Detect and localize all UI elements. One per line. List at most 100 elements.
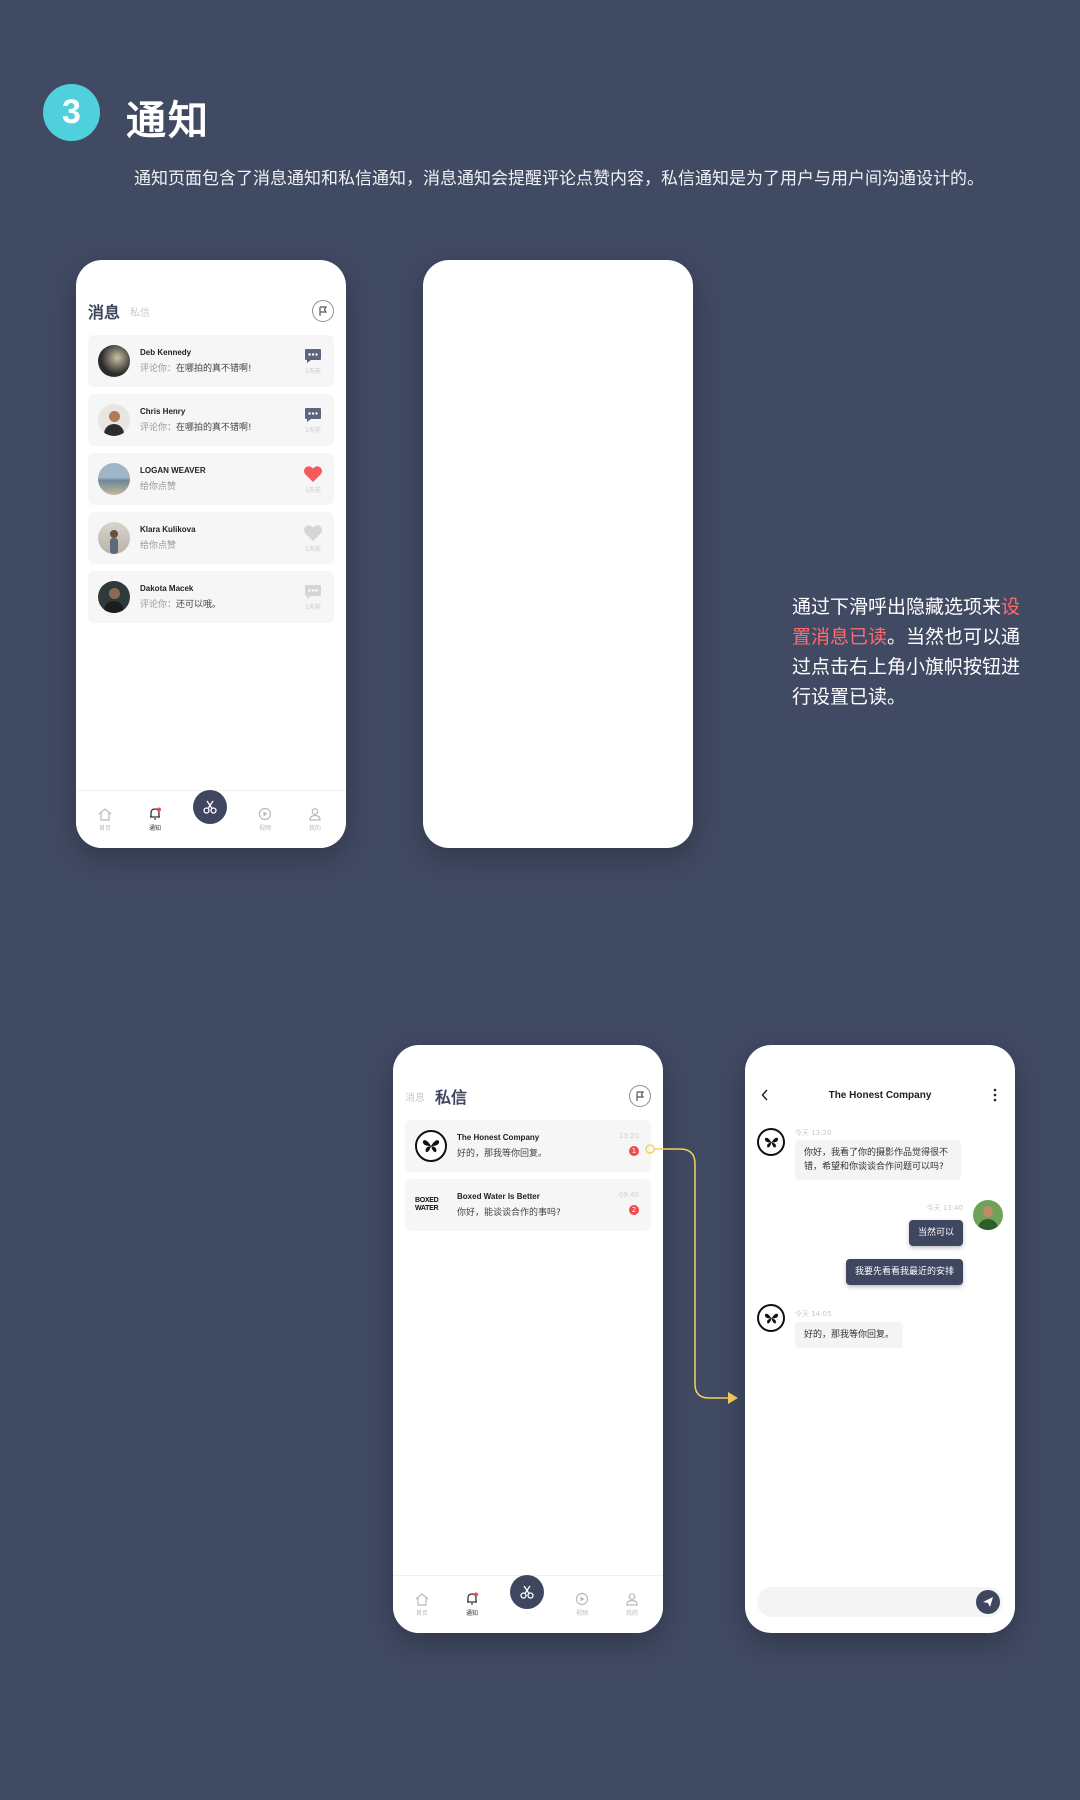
- nav-profile-label: 我的: [308, 825, 321, 832]
- dm-last-message: 好的，那我等你回复。: [457, 1149, 548, 1159]
- nav-notify-label: 通知: [148, 825, 161, 832]
- message-time: 今天 13:20: [795, 1129, 832, 1137]
- flag-icon: [636, 1090, 645, 1101]
- tab-messages[interactable]: 消息: [88, 299, 120, 323]
- notification-item[interactable]: Klara Kulikova 给你点赞 1天前: [88, 512, 334, 564]
- notification-item[interactable]: Deb Kennedy 评论你：在哪拍的真不错啊! 1天前: [88, 335, 334, 387]
- comment-icon: [305, 348, 321, 363]
- nav-profile-label: 我的: [625, 1610, 638, 1617]
- nav-notify[interactable]: 通知: [457, 1592, 487, 1617]
- bell-icon: [467, 1592, 478, 1605]
- sender-avatar: [757, 1128, 785, 1156]
- nav-video[interactable]: 视频: [250, 807, 280, 832]
- notification-user-name: Dakota Macek: [140, 584, 194, 593]
- notification-content: 在哪拍的真不错啊!: [176, 364, 252, 374]
- sender-avatar: [757, 1304, 785, 1332]
- notification-time: 1天前: [305, 545, 321, 553]
- dm-list: The Honest Company 好的，那我等你回复。 13:20 1 BO…: [405, 1120, 651, 1238]
- heart-icon: [304, 524, 322, 541]
- step-number-badge: 3: [43, 84, 100, 141]
- notification-list: Deb Kennedy 评论你：在哪拍的真不错啊! 1天前 Chris Henr…: [88, 335, 334, 630]
- unread-badge: 2: [629, 1205, 639, 1215]
- flow-arrow: [645, 1144, 738, 1404]
- dm-last-message: 你好，能谈谈合作的事吗?: [457, 1208, 561, 1218]
- home-icon: [415, 1593, 429, 1606]
- comment-icon: [305, 407, 321, 422]
- create-button[interactable]: [510, 1575, 544, 1609]
- notification-time: 1天前: [305, 367, 321, 375]
- avatar: [98, 463, 130, 495]
- dm-time: 13:20: [618, 1132, 639, 1140]
- notification-item[interactable]: Dakota Macek 评论你：还可以哦。 1天前: [88, 571, 334, 623]
- send-icon: [983, 1597, 993, 1607]
- logo-line: WATER: [415, 1205, 439, 1212]
- bottom-nav: 首页 通知 视频 我的: [393, 1575, 663, 1633]
- dm-item[interactable]: The Honest Company 好的，那我等你回复。 13:20 1: [405, 1120, 651, 1172]
- notification-tabs: 消息 私信: [88, 296, 334, 326]
- notification-content: 还可以哦。: [176, 600, 222, 610]
- nav-video-label: 视频: [258, 825, 271, 832]
- notification-item[interactable]: LOGAN WEAVER 给你点赞 1天前: [88, 453, 334, 505]
- back-arrow-icon[interactable]: [761, 1089, 769, 1101]
- notification-user-name: Klara Kulikova: [140, 525, 196, 534]
- dm-time: 09:40: [618, 1191, 639, 1199]
- nav-notify[interactable]: 通知: [140, 807, 170, 832]
- play-icon: [575, 1592, 589, 1606]
- notification-time: 1天前: [305, 426, 321, 434]
- avatar: [98, 522, 130, 554]
- incoming-message: 你好，我看了你的摄影作品觉得很不错，希望和你谈谈合作问题可以吗?: [795, 1140, 961, 1180]
- notification-type: 给你点赞: [140, 482, 177, 492]
- private-messages-phone: 消息 私信 The Honest Company 好的，那我等你回复。 13:2…: [393, 1045, 663, 1633]
- message-time: 今天 13:40: [926, 1204, 963, 1212]
- avatar: [98, 345, 130, 377]
- notification-user-name: Deb Kennedy: [140, 348, 192, 357]
- nav-notify-label: 通知: [465, 1610, 478, 1617]
- boxed-water-logo: BOXED WATER: [415, 1189, 447, 1221]
- scissors-icon: [203, 800, 217, 814]
- avatar: [98, 404, 130, 436]
- incoming-message: 好的，那我等你回复。: [795, 1322, 904, 1348]
- heart-icon: [304, 465, 322, 482]
- honest-company-logo: [415, 1130, 447, 1162]
- notifications-phone: 消息 私信 Deb Kennedy 评论你：在哪拍的真不错啊! 1天前 Chri…: [76, 260, 346, 848]
- play-icon: [258, 807, 272, 821]
- notification-type: 评论你：: [140, 364, 177, 374]
- my-avatar: [973, 1200, 1003, 1230]
- message-input[interactable]: [757, 1587, 1003, 1617]
- nav-profile[interactable]: 我的: [300, 807, 330, 832]
- notification-item[interactable]: Chris Henry 评论你：在哪拍的真不错啊! 1天前: [88, 394, 334, 446]
- nav-home[interactable]: 首页: [407, 1593, 437, 1617]
- home-icon: [98, 808, 112, 821]
- notification-type: 评论你：: [140, 600, 177, 610]
- nav-profile[interactable]: 我的: [617, 1592, 647, 1617]
- logo-line: BOXED: [415, 1197, 439, 1204]
- dm-item[interactable]: BOXED WATER Boxed Water Is Better 你好，能谈谈…: [405, 1179, 651, 1231]
- chat-header: The Honest Company: [745, 1083, 1015, 1107]
- note-text-part1: 通过下滑呼出隐藏选项来: [792, 596, 1002, 618]
- notification-type: 给你点赞: [140, 541, 177, 551]
- notification-time: 1天前: [305, 486, 321, 494]
- create-button[interactable]: [193, 790, 227, 824]
- tab-messages[interactable]: 消息: [405, 1089, 425, 1104]
- send-button[interactable]: [976, 1590, 1000, 1614]
- more-options-icon[interactable]: [993, 1088, 997, 1102]
- user-icon: [626, 1593, 638, 1606]
- mark-read-flag-button[interactable]: [629, 1085, 651, 1107]
- chat-phone: The Honest Company 今天 13:20 你好，我看了你的摄影作品…: [745, 1045, 1015, 1633]
- butterfly-icon: [422, 1140, 440, 1153]
- butterfly-icon: [764, 1137, 778, 1147]
- scissors-icon: [520, 1585, 534, 1599]
- dm-tabs: 消息 私信: [405, 1081, 651, 1111]
- message-time: 今天 14:05: [795, 1310, 832, 1318]
- nav-home[interactable]: 首页: [90, 808, 120, 832]
- nav-video[interactable]: 视频: [567, 1592, 597, 1617]
- bottom-nav: 首页 通知 视频 我的: [76, 790, 346, 848]
- blank-phone-screen: [423, 260, 693, 848]
- tab-private-messages[interactable]: 私信: [435, 1084, 467, 1108]
- comment-icon: [305, 584, 321, 599]
- tab-private-messages[interactable]: 私信: [130, 304, 150, 319]
- mark-read-flag-button[interactable]: [312, 300, 334, 322]
- outgoing-message: 我要先看看我最近的安排: [845, 1259, 963, 1285]
- chat-title: The Honest Company: [828, 1089, 932, 1101]
- swipe-hint-note: 通过下滑呼出隐藏选项来设置消息已读。当然也可以通过点击右上角小旗帜按钮进行设置已…: [792, 592, 1022, 712]
